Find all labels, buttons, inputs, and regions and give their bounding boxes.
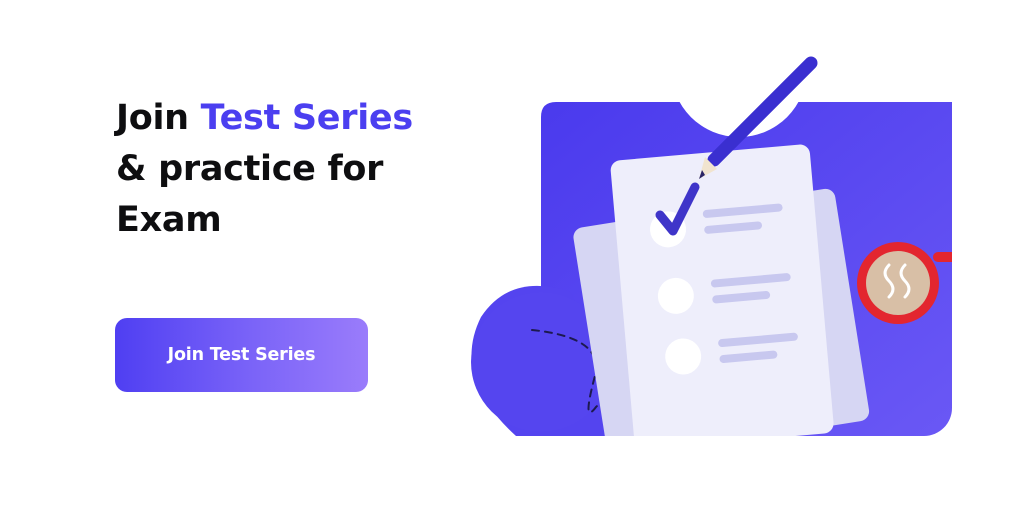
option-circle-3 (665, 338, 702, 375)
headline: Join Test Series & practice for Exam (116, 93, 476, 246)
headline-line-3: Exam (116, 200, 222, 240)
dashed-path-icon (531, 329, 697, 414)
back-paper (573, 188, 870, 436)
option-circle-2 (657, 277, 694, 314)
checkmark-icon (655, 182, 700, 236)
headline-prefix: Join (116, 98, 201, 138)
promo-banner: Join Test Series & practice for Exam Joi… (71, 47, 952, 436)
page: Join Test Series & practice for Exam Joi… (0, 0, 1024, 531)
join-test-series-button[interactable]: Join Test Series (115, 318, 368, 392)
white-circle-decoration (671, 47, 807, 137)
headline-line-2: & practice for (116, 149, 384, 189)
option-circle-1 (650, 211, 687, 248)
exam-paper (610, 144, 834, 436)
coffee-mug-icon (857, 242, 952, 324)
background-shape (471, 102, 952, 436)
headline-accent: Test Series (200, 98, 413, 138)
pencil-icon (699, 56, 818, 179)
